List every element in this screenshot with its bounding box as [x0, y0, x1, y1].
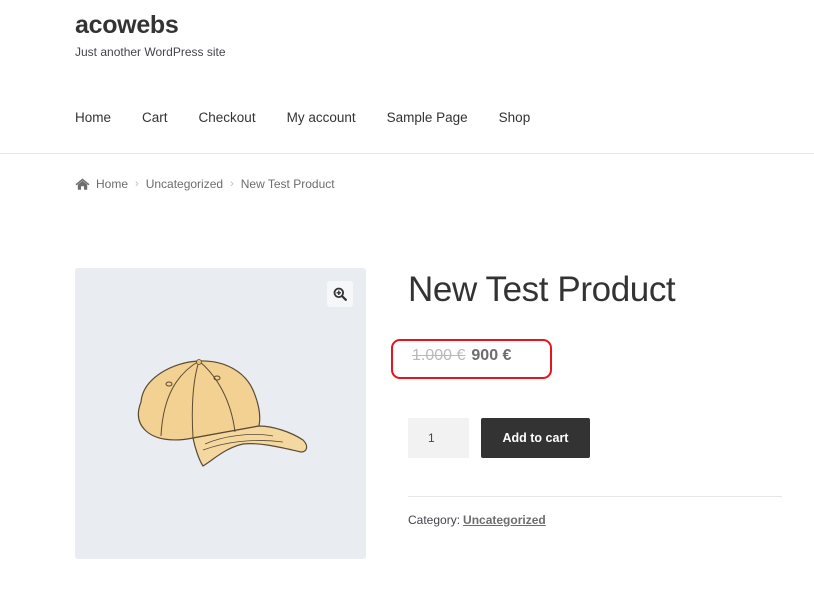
product-price: 1.000 € 900 € [412, 347, 511, 365]
nav-item-checkout[interactable]: Checkout [199, 110, 256, 125]
sale-price: 900 € [471, 347, 512, 364]
product-meta: Category: Uncategorized [408, 513, 546, 527]
breadcrumb-home-link[interactable]: Home [96, 177, 128, 191]
product-image-gallery[interactable] [75, 268, 366, 559]
product-meta-divider [408, 496, 782, 497]
product-title: New Test Product [408, 270, 676, 309]
breadcrumb-separator-icon: › [230, 178, 234, 190]
breadcrumb-category-link[interactable]: Uncategorized [146, 177, 223, 191]
category-label: Category: [408, 513, 461, 527]
breadcrumb: Home › Uncategorized › New Test Product [75, 177, 335, 191]
regular-price: 1.000 € [412, 347, 466, 364]
site-title[interactable]: acowebs [75, 11, 179, 40]
breadcrumb-separator-icon: › [135, 178, 139, 190]
header-divider [0, 153, 814, 154]
nav-item-home[interactable]: Home [75, 110, 111, 125]
nav-item-sample-page[interactable]: Sample Page [387, 110, 468, 125]
zoom-in-icon[interactable] [327, 281, 353, 307]
category-link[interactable]: Uncategorized [463, 513, 546, 527]
nav-item-shop[interactable]: Shop [499, 110, 531, 125]
home-icon [75, 178, 90, 190]
baseball-cap-illustration [137, 359, 308, 467]
quantity-input[interactable] [408, 418, 469, 458]
nav-item-cart[interactable]: Cart [142, 110, 168, 125]
primary-navigation: Home Cart Checkout My account Sample Pag… [75, 110, 561, 125]
site-tagline: Just another WordPress site [75, 45, 226, 59]
add-to-cart-button[interactable]: Add to cart [481, 418, 590, 458]
nav-item-my-account[interactable]: My account [287, 110, 356, 125]
breadcrumb-current: New Test Product [240, 177, 335, 191]
